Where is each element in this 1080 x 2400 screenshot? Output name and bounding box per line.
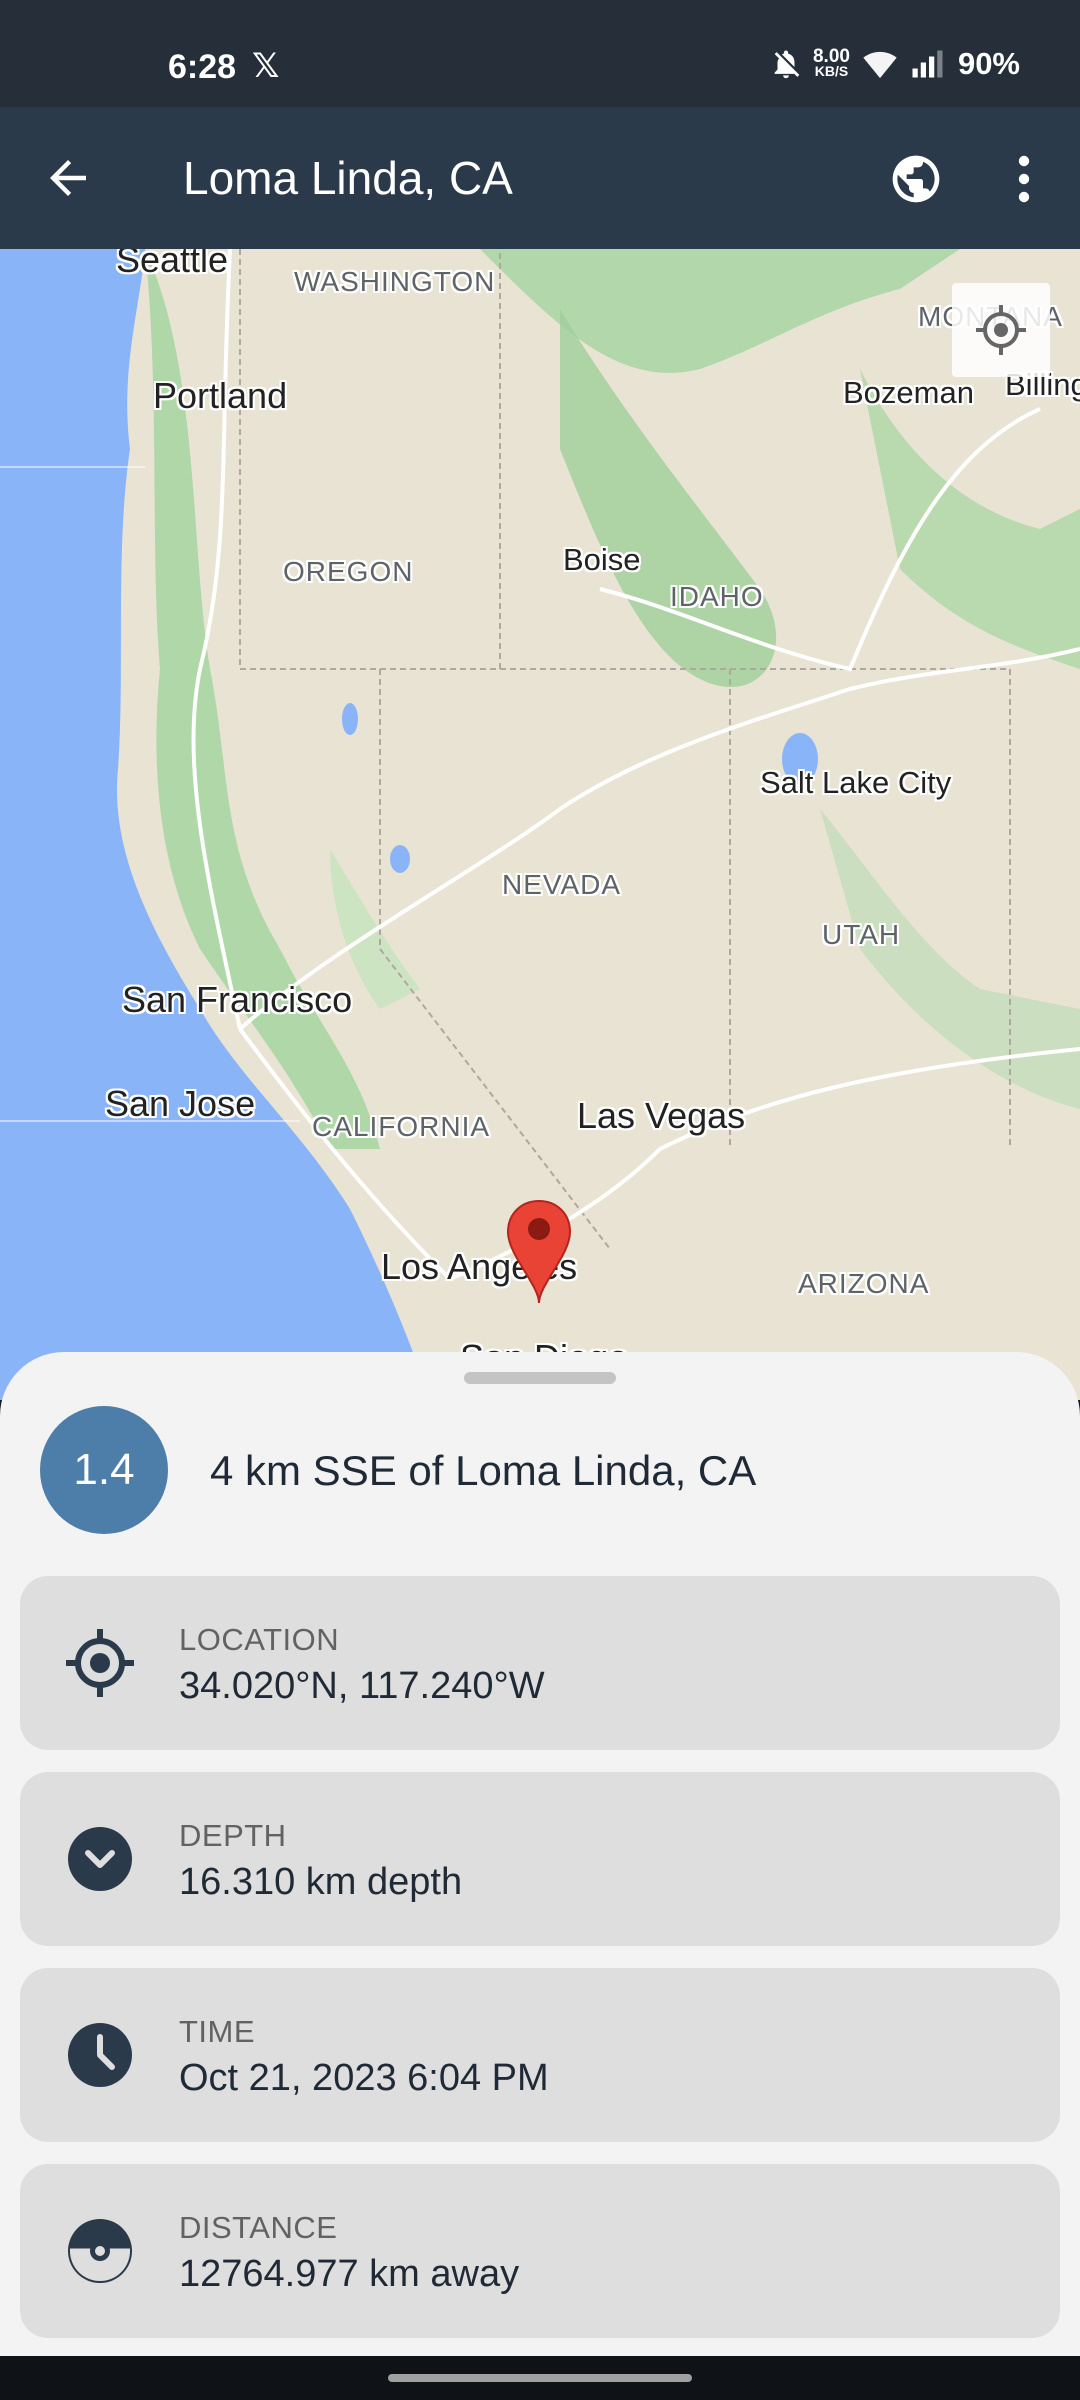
battery-percent: 90%: [957, 46, 1020, 81]
bell-off-icon: [774, 50, 800, 79]
map-view[interactable]: Seattle Portland Boise Bozeman Billing s …: [0, 249, 1080, 1400]
map-label-boise: Boise: [563, 542, 641, 577]
time-card[interactable]: TIME Oct 21, 2023 6:04 PM: [20, 1968, 1060, 2142]
time-value: Oct 21, 2023 6:04 PM: [179, 2057, 549, 2099]
magnitude-badge: 1.4: [40, 1406, 168, 1534]
earthquake-title: 4 km SSE of Loma Linda, CA: [210, 1447, 757, 1494]
sheet-drag-handle[interactable]: [464, 1372, 616, 1384]
distance-icon: [68, 2219, 132, 2283]
depth-value: 16.310 km depth: [179, 1861, 463, 1903]
distance-label: DISTANCE: [179, 2210, 338, 2245]
earthquake-marker-icon[interactable]: [506, 1199, 572, 1307]
network-speed-value: 8.00: [812, 46, 850, 67]
map-label-las-vegas: Las Vegas: [577, 1095, 746, 1136]
map-label-san-francisco: San Francisco: [122, 979, 353, 1020]
map-label-salt-lake-city: Salt Lake City: [760, 765, 952, 800]
distance-value: 12764.977 km away: [179, 2253, 520, 2295]
details-sheet: 1.4 4 km SSE of Loma Linda, CA LOCATION …: [0, 1352, 1080, 2356]
my-location-button[interactable]: [952, 283, 1050, 377]
location-card[interactable]: LOCATION 34.020°N, 117.240°W: [20, 1576, 1060, 1750]
globe-icon[interactable]: [888, 151, 944, 207]
location-target-icon: [66, 1629, 134, 1697]
distance-card[interactable]: DISTANCE 12764.977 km away: [20, 2164, 1060, 2338]
status-right-group: 8.00 KB/S 90%: [769, 46, 1020, 82]
wifi-icon: [863, 51, 897, 79]
map-label-bozeman: Bozeman: [843, 375, 974, 410]
map-label-portland: Portland: [153, 375, 288, 416]
cell-signal-icon: [912, 50, 943, 78]
map-label-oregon: OREGON: [283, 556, 414, 587]
status-time: 6:28: [168, 48, 237, 86]
my-location-icon: [976, 305, 1026, 355]
location-value: 34.020°N, 117.240°W: [179, 1665, 545, 1707]
system-nav-bar: [0, 2356, 1080, 2400]
page-title: Loma Linda, CA: [183, 152, 513, 204]
status-bar: 6:28 𝕏 8.00 KB/S 90%: [0, 0, 1080, 107]
home-gesture-handle[interactable]: [388, 2374, 692, 2382]
map-label-washington: WASHINGTON: [294, 266, 496, 297]
map-label-utah: UTAH: [822, 919, 901, 950]
location-label: LOCATION: [179, 1622, 340, 1657]
map-label-idaho: IDAHO: [670, 581, 764, 612]
map-label-california: CALIFORNIA: [312, 1111, 491, 1142]
map-label-nevada: NEVADA: [502, 869, 622, 900]
depth-label: DEPTH: [179, 1818, 287, 1853]
more-vert-icon[interactable]: [1000, 151, 1048, 207]
depth-card[interactable]: DEPTH 16.310 km depth: [20, 1772, 1060, 1946]
app-bar: Loma Linda, CA: [0, 107, 1080, 249]
map-label-arizona: ARIZONA: [798, 1268, 930, 1299]
time-label: TIME: [179, 2014, 256, 2049]
back-arrow-icon[interactable]: [38, 151, 98, 205]
clock-icon: [68, 2023, 132, 2087]
map-label-seattle: Seattle: [116, 249, 229, 280]
x-app-icon: 𝕏: [252, 47, 280, 85]
network-speed-unit: KB/S: [814, 63, 849, 79]
network-speed: 8.00 KB/S: [812, 46, 850, 79]
depth-chevron-icon: [68, 1827, 132, 1891]
map-label-san-jose: San Jose: [105, 1083, 256, 1124]
